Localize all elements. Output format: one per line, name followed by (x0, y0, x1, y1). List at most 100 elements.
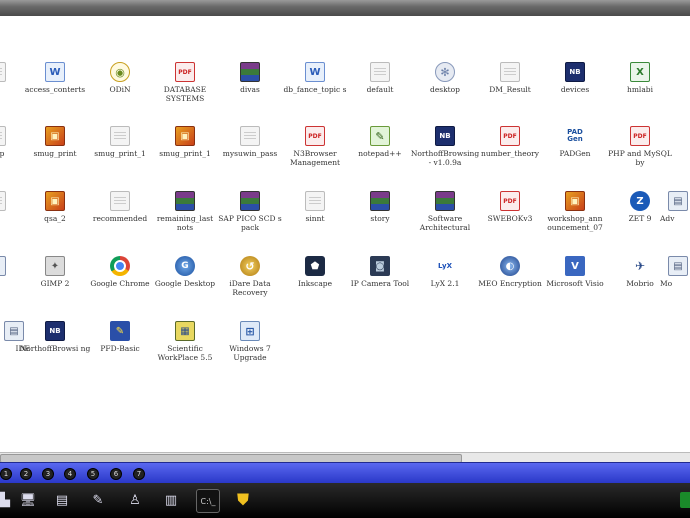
desktop-icon[interactable]: NorthoffBrowsing - v1.0.9a (409, 126, 481, 167)
icon-label: NorthoffBrowsi ng (19, 344, 91, 353)
desktop-icon[interactable]: IP Camera Tool (344, 256, 416, 288)
icon-label: Mo (660, 279, 673, 288)
desktop-icon[interactable]: smug_print_1 (84, 126, 156, 158)
lyx-icon (435, 256, 455, 276)
desktop-icon[interactable]: iDare Data Recovery (214, 256, 286, 297)
desktop-icon[interactable]: default (344, 62, 416, 94)
desktop-icon[interactable]: Windows 7 Upgrade (214, 321, 286, 362)
document-icon (0, 191, 6, 211)
icon-label: Google Desktop (154, 279, 216, 288)
desktop-icon[interactable]: hmlabi (604, 62, 676, 94)
desktop-icon[interactable]: workshop_ann ouncement_07 (539, 191, 611, 232)
desktop-icon[interactable]: MEO Encryption (474, 256, 546, 288)
desktop-icon[interactable]: Adv (660, 191, 690, 223)
desktop-icon[interactable]: SWEBOKv3 (474, 191, 546, 223)
icon-label: GIMP 2 (40, 279, 70, 288)
desktop-icon[interactable]: access_conterts (19, 62, 91, 94)
desktop-icon[interactable]: Google Chrome (84, 256, 156, 288)
page-dot[interactable]: 6 (110, 468, 122, 480)
desktop-icon[interactable]: Inkscape (279, 256, 351, 288)
icon-label: divas (240, 85, 260, 94)
icon-label: desktop (430, 85, 460, 94)
page-dot[interactable]: 4 (64, 468, 76, 480)
desktop-icon[interactable]: smug_print_1 (149, 126, 221, 158)
icon-label: ODiN (109, 85, 131, 94)
desktop-icon[interactable]: recommended (84, 191, 156, 223)
desktop-icon[interactable]: DM_Result (474, 62, 546, 94)
icon-label: Software Architectural (419, 214, 471, 232)
document-icon (500, 62, 520, 82)
icon-label: Inkscape (297, 279, 333, 288)
security-shield-icon[interactable]: ⛊ (232, 489, 254, 511)
desktop-icon[interactable]: divas (214, 62, 286, 94)
nb-icon (45, 321, 65, 341)
page-dot[interactable]: 5 (87, 468, 99, 480)
bitmap-icon (565, 191, 585, 211)
nb-icon (435, 126, 455, 146)
desktop-area: access_conterts ODiN DATABASE SYSTEMS di… (0, 16, 690, 452)
desktop-icon[interactable]: N3Browser Management (279, 126, 351, 167)
desktop-icon[interactable]: desktop (409, 62, 481, 94)
desktop-icon[interactable]: Google Desktop (149, 256, 221, 288)
command-prompt-icon[interactable]: C:\_ (196, 489, 220, 513)
desktop-icon[interactable]: PHP and MySQL by (604, 126, 676, 167)
tray-icon[interactable] (680, 492, 690, 508)
desktop-icon[interactable]: remaining_last nots (149, 191, 221, 232)
network-icon[interactable]: 🖥 (17, 489, 39, 511)
icon-label: qsa_2 (44, 214, 66, 223)
desktop-icon[interactable]: DATABASE SYSTEMS (149, 62, 221, 103)
icon-label: smug_print (33, 149, 77, 158)
page-dot[interactable]: 7 (133, 468, 145, 480)
desktop-icon[interactable]: devices (539, 62, 611, 94)
desktop-icon[interactable]: LyX 2.1 (409, 256, 481, 288)
desktop-icon[interactable]: mysuwin_pass (214, 126, 286, 158)
document-icon[interactable]: ▥ (160, 489, 182, 511)
document-icon (110, 126, 130, 146)
page-dot[interactable]: 3 (42, 468, 54, 480)
desktop-icon[interactable]: ODiN (84, 62, 156, 94)
icon-label: notepad++ (358, 149, 402, 158)
pdf-icon (500, 191, 520, 211)
icon-label: LyX 2.1 (430, 279, 460, 288)
camera-icon (370, 256, 390, 276)
icon-label: Microsoft Visio (546, 279, 604, 288)
icon-label: DATABASE SYSTEMS (163, 85, 207, 103)
document-icon (110, 191, 130, 211)
icon-label: number_theory (481, 149, 539, 158)
folder-icon[interactable]: ▤ (51, 489, 73, 511)
desktop-icon[interactable]: NorthoffBrowsi ng (19, 321, 91, 353)
desktop-icon[interactable]: number_theory (474, 126, 546, 158)
icon-label: devices (560, 85, 590, 94)
desktop-icon[interactable]: qsa_2 (19, 191, 91, 223)
taskbar: ▙ 🖥 ▤ ✎ ♙ ▥ C:\_ ⛊ (0, 483, 690, 518)
google-desktop-icon (175, 256, 195, 276)
figure-icon[interactable]: ♙ (124, 489, 146, 511)
icon-label: NorthoffBrowsing - v1.0.9a (410, 149, 480, 167)
desktop-icon[interactable]: PAD Gen (539, 126, 611, 158)
desktop-icon[interactable]: SAP PICO SCD s pack (214, 191, 286, 232)
icon-label: PFD-Basic (100, 344, 140, 353)
desktop-icon[interactable]: smug_print (19, 126, 91, 158)
icon-label: PADGen (559, 149, 591, 158)
desktop-icon[interactable]: Scientific WorkPlace 5.5 (149, 321, 221, 362)
icon-label: Adv (660, 214, 675, 223)
mobrio-icon (630, 256, 650, 276)
icon-label: Windows 7 Upgrade (229, 344, 271, 362)
desktop-icon[interactable]: Microsoft Visio (539, 256, 611, 288)
gimp-icon (45, 256, 65, 276)
desktop-icon[interactable]: story (344, 191, 416, 223)
page-dot[interactable]: 2 (20, 468, 32, 480)
desktop-icon[interactable]: db_fance_topic s (279, 62, 351, 94)
icon-label: Scientific WorkPlace 5.5 (157, 344, 213, 362)
page-dot[interactable]: 1 (0, 468, 12, 480)
desktop-icon[interactable]: GIMP 2 (19, 256, 91, 288)
start-icon[interactable]: ▙ (0, 489, 16, 511)
desktop-icon[interactable]: Mo (660, 256, 690, 288)
desktop-icon[interactable]: sinnt (279, 191, 351, 223)
desktop-icon[interactable]: PFD-Basic (84, 321, 156, 353)
desktop-icon[interactable]: notepad++ (344, 126, 416, 158)
notepad-icon[interactable]: ✎ (87, 489, 109, 511)
status-bar: 1 2 3 4 5 6 7 (0, 462, 690, 484)
pdf-icon (305, 126, 325, 146)
desktop-icon[interactable]: Software Architectural (409, 191, 481, 232)
